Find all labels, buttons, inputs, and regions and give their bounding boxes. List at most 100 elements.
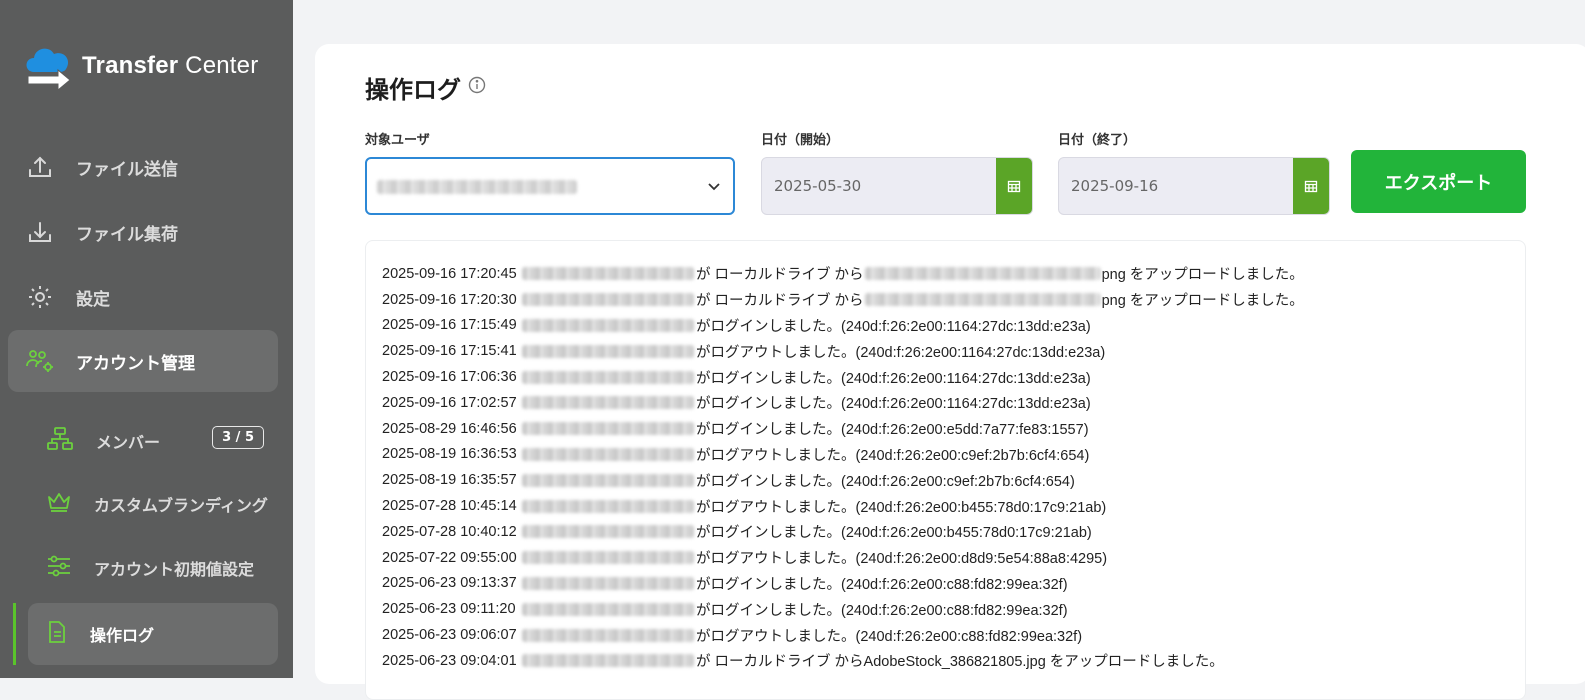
log-row: 2025-09-16 17:20:30 が ローカルドライブ から png をアップ… [382, 287, 1304, 313]
document-icon [46, 620, 68, 648]
log-message: がログインしました。(240d:f:26:2e00:1164:27dc:13dd… [696, 370, 1091, 387]
log-row: 2025-06-23 09:04:01 が ローカルドライブ からAdobeSto… [382, 648, 1304, 674]
log-timestamp: 2025-06-23 09:04:01 [382, 652, 517, 669]
log-message-suffix: png をアップロードしました。 [1101, 267, 1304, 284]
export-button[interactable]: エクスポート [1351, 150, 1526, 213]
log-timestamp: 2025-06-23 09:13:37 [382, 575, 517, 592]
log-timestamp: 2025-08-29 16:46:56 [382, 420, 517, 437]
log-timestamp: 2025-09-16 17:06:36 [382, 369, 517, 386]
user-filter-label: 対象ユーザ [365, 133, 430, 148]
page-title: 操作ログ [365, 76, 461, 104]
log-message: がログアウトしました。(240d:f:26:2e00:b455:78d0:17c… [696, 499, 1107, 516]
log-list: 2025-09-16 17:20:45 が ローカルドライブ から png をアップ… [382, 261, 1304, 674]
log-timestamp: 2025-07-28 10:45:14 [382, 498, 517, 515]
log-row: 2025-08-19 16:35:57 がログインしました。(240d:f:26:… [382, 467, 1304, 493]
crown-icon [46, 490, 72, 518]
gear-icon [26, 283, 54, 311]
end-date-input[interactable] [1059, 158, 1293, 214]
log-row: 2025-06-23 09:13:37 がログインしました。(240d:f:26:… [382, 571, 1304, 597]
users-gear-icon [26, 347, 54, 375]
log-row: 2025-06-23 09:11:20 がログインしました。(240d:f:26:… [382, 596, 1304, 622]
start-date-picker[interactable] [761, 157, 1033, 215]
upload-icon [26, 153, 54, 181]
main-card: 操作ログ 対象ユーザ 日付（開始） 日付（終了） エクスポート 2025-09-… [315, 44, 1585, 700]
log-row: 2025-08-19 16:36:53 がログアウトしました。(240d:f:26… [382, 442, 1304, 468]
nav-settings[interactable]: 設定 [8, 266, 278, 328]
log-filename-redacted [864, 267, 1101, 281]
log-message: が ローカルドライブ から [696, 267, 864, 284]
log-row: 2025-08-29 16:46:56 がログインしました。(240d:f:26:… [382, 416, 1304, 442]
user-select[interactable] [365, 157, 735, 215]
member-count-badge: 3 / 5 [212, 426, 264, 449]
log-message: がログアウトしました。(240d:f:26:2e00:1164:27dc:13d… [696, 344, 1106, 361]
log-timestamp: 2025-09-16 17:15:49 [382, 317, 517, 334]
chevron-down-icon [708, 183, 720, 191]
log-message: がログインしました。(240d:f:26:2e00:e5dd:7a77:fe83… [696, 422, 1089, 439]
log-message: がログアウトしました。(240d:f:26:2e00:d8d9:5e54:88a… [696, 551, 1108, 568]
nav-label: ファイル送信 [76, 159, 178, 180]
nav-label: アカウント管理 [76, 353, 195, 374]
log-message: がログインしました。(240d:f:26:2e00:c9ef:2b7b:6cf4… [696, 473, 1075, 490]
active-indicator [13, 603, 16, 665]
log-message: がログインしました。(240d:f:26:2e00:c88:fd82:99ea:… [696, 602, 1068, 619]
sub-nav-account-defaults[interactable]: アカウント初期値設定 [28, 537, 278, 599]
log-row: 2025-09-16 17:15:49 がログインしました。(240d:f:26:… [382, 313, 1304, 339]
nav-label: メンバー [96, 433, 161, 452]
log-message: がログアウトしました。(240d:f:26:2e00:c9ef:2b7b:6cf… [696, 447, 1090, 464]
end-calendar-button[interactable] [1293, 158, 1329, 214]
log-user-redacted [522, 576, 694, 590]
sub-nav-operation-log[interactable]: 操作ログ [28, 603, 278, 665]
log-user-redacted [522, 370, 694, 384]
download-icon [26, 218, 54, 246]
nav-label: 操作ログ [90, 626, 155, 645]
log-user-redacted [522, 628, 694, 642]
log-message: がログインしました。(240d:f:26:2e00:b455:78d0:17c9… [696, 525, 1092, 542]
log-row: 2025-06-23 09:06:07 がログアウトしました。(240d:f:26… [382, 622, 1304, 648]
log-user-redacted [522, 344, 694, 358]
nav-file-collect[interactable]: ファイル集荷 [8, 201, 278, 263]
sub-nav-members[interactable]: メンバー 3 / 5 [28, 410, 278, 472]
nav-account-management[interactable]: アカウント管理 [8, 330, 278, 392]
log-timestamp: 2025-09-16 17:20:30 [382, 291, 517, 308]
sub-nav-custom-branding[interactable]: カスタムブランディング [28, 473, 278, 535]
log-message: がログインしました。(240d:f:26:2e00:c88:fd82:99ea:… [696, 576, 1068, 593]
log-user-redacted [522, 473, 694, 487]
log-user-redacted [522, 447, 694, 461]
log-row: 2025-09-16 17:02:57 がログインしました。(240d:f:26:… [382, 390, 1304, 416]
log-message: がログインしました。(240d:f:26:2e00:1164:27dc:13dd… [696, 318, 1091, 335]
log-message: がログインしました。(240d:f:26:2e00:1164:27dc:13dd… [696, 396, 1091, 413]
log-user-redacted [522, 551, 694, 565]
nav-file-send[interactable]: ファイル送信 [8, 136, 278, 198]
log-user-redacted [522, 654, 694, 668]
log-row: 2025-07-22 09:55:00 がログアウトしました。(240d:f:26… [382, 545, 1304, 571]
log-timestamp: 2025-06-23 09:06:07 [382, 627, 517, 644]
log-user-redacted [522, 422, 694, 436]
calendar-icon [1007, 180, 1021, 193]
log-row: 2025-07-28 10:45:14 がログアウトしました。(240d:f:26… [382, 493, 1304, 519]
nav-label: ファイル集荷 [76, 224, 178, 245]
log-timestamp: 2025-07-22 09:55:00 [382, 549, 517, 566]
log-timestamp: 2025-09-16 17:15:41 [382, 343, 517, 360]
app-logo[interactable]: Transfer Center [22, 42, 258, 90]
selected-user-redacted [377, 180, 577, 194]
log-panel: 2025-09-16 17:20:45 が ローカルドライブ から png をアップ… [365, 240, 1526, 700]
start-date-label: 日付（開始） [761, 133, 840, 148]
info-icon[interactable] [468, 76, 486, 94]
log-message: がログアウトしました。(240d:f:26:2e00:c88:fd82:99ea… [696, 628, 1083, 645]
nav-label: 設定 [76, 289, 110, 310]
log-timestamp: 2025-08-19 16:36:53 [382, 446, 517, 463]
start-calendar-button[interactable] [996, 158, 1032, 214]
nav-label: カスタムブランディング [94, 496, 268, 515]
start-date-input[interactable] [762, 158, 996, 214]
log-timestamp: 2025-06-23 09:11:20 [382, 601, 516, 618]
log-message: が ローカルドライブ からAdobeStock_386821805.jpg をア… [696, 654, 1224, 671]
nav-label: アカウント初期値設定 [94, 560, 255, 579]
log-user-redacted [522, 396, 694, 410]
log-user-redacted [522, 499, 694, 513]
log-row: 2025-09-16 17:20:45 が ローカルドライブ から png をアップ… [382, 261, 1304, 287]
end-date-picker[interactable] [1058, 157, 1330, 215]
log-user-redacted [522, 267, 694, 281]
cloud-logo-icon [26, 48, 71, 90]
log-row: 2025-09-16 17:06:36 がログインしました。(240d:f:26:… [382, 364, 1304, 390]
log-user-redacted [522, 293, 694, 307]
